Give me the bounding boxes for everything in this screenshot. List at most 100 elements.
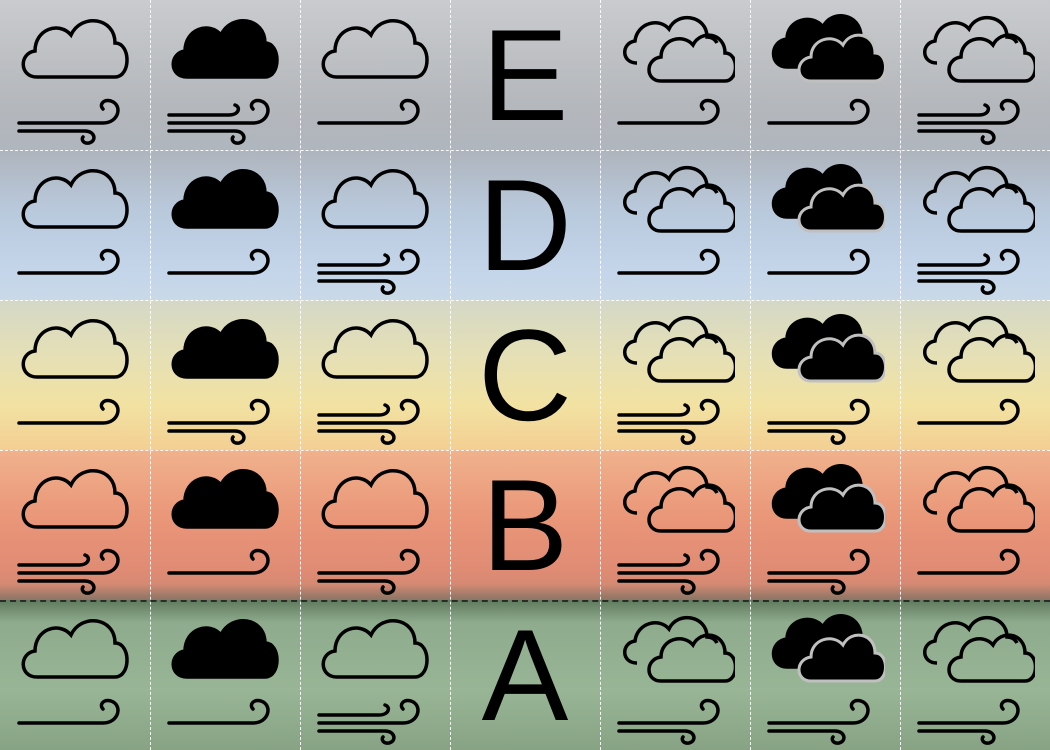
cloud-outline-wind-icon — [17, 319, 129, 425]
cloud-filled-wind-icon — [150, 450, 300, 600]
clouds-outline-wind-icon — [900, 300, 1050, 450]
clouds-outline-wind-icon — [900, 600, 1050, 750]
front-cloud-shape — [947, 633, 1035, 683]
wind-stroke — [317, 403, 391, 417]
wind-stroke — [167, 398, 270, 425]
cloud-outline-wind-icon — [317, 19, 429, 125]
wind-stroke — [917, 98, 1020, 125]
wind-stroke — [767, 698, 870, 725]
wind-stroke — [167, 129, 246, 145]
wind-stroke — [917, 548, 1020, 575]
cloud-shape — [21, 619, 129, 679]
clouds-filled-wind-icon — [767, 164, 885, 275]
cloud-shape — [321, 319, 429, 379]
cloud-filled-wind-icon — [167, 169, 279, 275]
wind-stroke — [317, 703, 391, 717]
wind-stroke — [617, 248, 720, 275]
front-cloud-shape — [647, 183, 735, 233]
grid-divider-vertical — [750, 0, 751, 750]
weather-icon-grid: E D C B A — [0, 0, 1050, 750]
wind-stroke — [17, 579, 96, 595]
cloud-shape — [171, 319, 279, 379]
wind-stroke — [917, 729, 996, 745]
grid-divider-vertical — [600, 0, 601, 750]
wind-stroke — [17, 98, 120, 125]
wind-stroke — [317, 548, 420, 575]
cloud-shape — [21, 19, 129, 79]
wind-stroke — [317, 253, 391, 267]
cloud-filled-wind-icon — [167, 319, 279, 445]
wind-stroke — [17, 553, 91, 567]
wind-stroke — [317, 579, 396, 595]
cloud-outline-wind-icon — [317, 469, 429, 595]
wind-stroke — [767, 429, 846, 445]
row-letter-d: D — [478, 152, 572, 298]
wind-stroke — [17, 398, 120, 425]
cloud-filled-wind-icon — [167, 469, 279, 575]
clouds-outline-wind-icon — [900, 450, 1050, 600]
cloud-filled-wind-icon — [150, 150, 300, 300]
wind-stroke — [317, 248, 420, 275]
cloud-filled-wind-icon — [167, 19, 279, 145]
wind-stroke — [617, 403, 691, 417]
cloud-outline-wind-icon — [300, 150, 450, 300]
clouds-outline-wind-icon — [617, 315, 735, 445]
cloud-outline-wind-icon — [0, 450, 150, 600]
wind-stroke — [317, 398, 420, 425]
wind-stroke — [767, 579, 846, 595]
row-letter-e: E — [481, 2, 569, 148]
clouds-outline-wind-icon — [600, 300, 750, 450]
cloud-outline-wind-icon — [300, 0, 450, 150]
wind-stroke — [767, 548, 870, 575]
cloud-outline-wind-icon — [17, 619, 129, 725]
clouds-outline-wind-icon — [600, 150, 750, 300]
wind-stroke — [167, 429, 246, 445]
wind-stroke — [617, 579, 696, 595]
grid-divider-vertical — [300, 0, 301, 750]
cloud-shape — [171, 169, 279, 229]
cloud-outline-wind-icon — [17, 19, 129, 145]
cloud-outline-wind-icon — [317, 619, 429, 745]
clouds-outline-wind-icon — [617, 615, 735, 745]
wind-stroke — [617, 698, 720, 725]
cloud-outline-wind-icon — [0, 300, 150, 450]
front-cloud-shape — [647, 333, 735, 383]
cloud-outline-wind-icon — [317, 169, 429, 295]
front-cloud-shape — [947, 183, 1035, 233]
wind-stroke — [617, 98, 720, 125]
wind-stroke — [917, 698, 1020, 725]
cloud-outline-wind-icon — [0, 600, 150, 750]
wind-stroke — [167, 248, 270, 275]
wind-stroke — [917, 129, 996, 145]
grid-divider-vertical — [150, 0, 151, 750]
clouds-outline-wind-icon — [617, 15, 735, 125]
clouds-outline-wind-icon — [600, 450, 750, 600]
wind-stroke — [317, 98, 420, 125]
wind-stroke — [767, 398, 870, 425]
front-cloud-shape — [647, 483, 735, 533]
clouds-outline-wind-icon — [617, 165, 735, 275]
cloud-outline-wind-icon — [317, 319, 429, 445]
wind-stroke — [167, 103, 241, 117]
wind-stroke — [17, 548, 120, 575]
cloud-outline-wind-icon — [300, 450, 450, 600]
cloud-shape — [21, 169, 129, 229]
wind-stroke — [617, 729, 696, 745]
clouds-filled-wind-icon — [767, 314, 885, 445]
cloud-outline-wind-icon — [300, 300, 450, 450]
front-cloud-shape — [647, 633, 735, 683]
clouds-outline-wind-icon — [917, 465, 1035, 575]
row-letter-b: B — [481, 452, 569, 598]
cloud-shape — [321, 19, 429, 79]
wind-stroke — [767, 729, 846, 745]
wind-stroke — [617, 548, 720, 575]
wind-stroke — [317, 429, 396, 445]
wind-stroke — [767, 98, 870, 125]
clouds-outline-wind-icon — [917, 315, 1035, 425]
wind-stroke — [317, 279, 396, 295]
grid-divider-horizontal — [0, 450, 1050, 451]
wind-stroke — [617, 398, 720, 425]
cloud-outline-wind-icon — [17, 469, 129, 595]
cloud-outline-wind-icon — [0, 0, 150, 150]
clouds-outline-wind-icon — [917, 615, 1035, 745]
